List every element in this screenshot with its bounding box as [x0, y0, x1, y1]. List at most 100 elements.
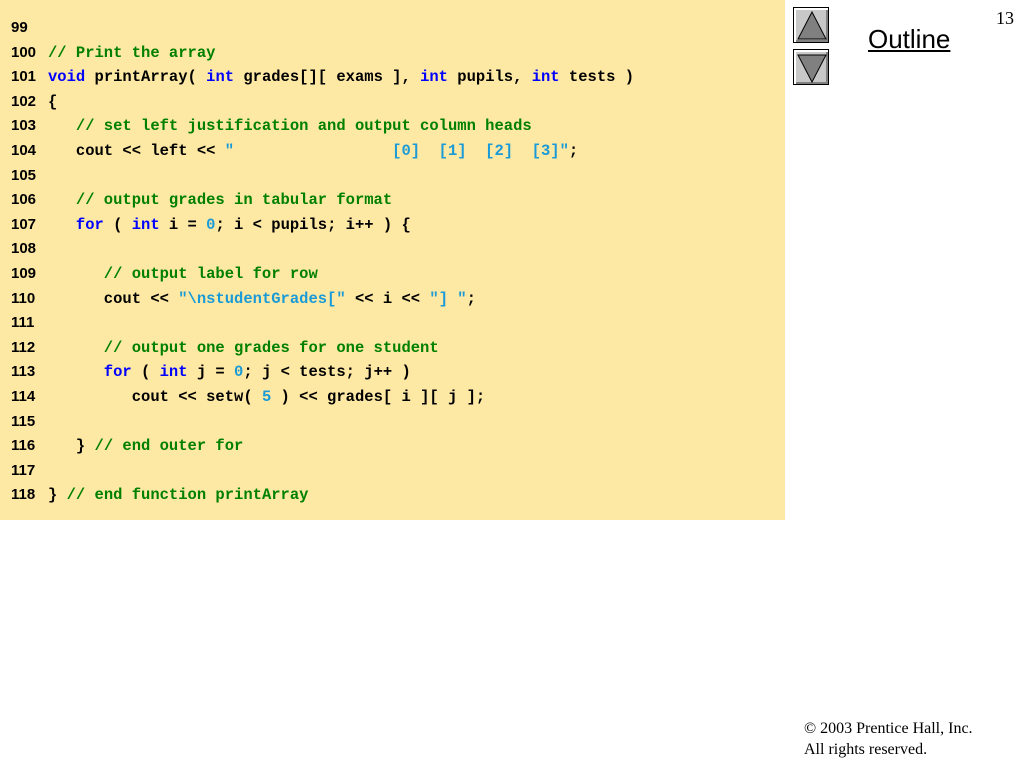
code-token: 5 — [261, 388, 272, 406]
code-token: printArray( — [85, 68, 207, 87]
code-token: } — [48, 437, 95, 456]
code-line: 110 cout << "\nstudentGrades[" << i << "… — [0, 287, 785, 312]
code-text: } // end outer for — [48, 434, 243, 459]
code-line: 112 // output one grades for one student — [0, 336, 785, 361]
code-token: int — [159, 363, 188, 382]
code-token: ) << grades[ i ][ j ]; — [271, 388, 486, 406]
next-slide-button[interactable] — [793, 49, 829, 85]
line-number: 104 — [11, 142, 37, 159]
code-text: // set left justification and output col… — [48, 114, 532, 139]
code-text: // output one grades for one student — [48, 336, 439, 361]
line-number: 105 — [11, 166, 37, 184]
code-token: ; — [568, 142, 579, 160]
code-text: // output grades in tabular format — [48, 188, 392, 213]
page-number: 13 — [996, 8, 1014, 28]
copyright-notice: © 2003 Prentice Hall, Inc. All rights re… — [804, 718, 973, 760]
code-text: cout << "\nstudentGrades[" << i << "] "; — [48, 287, 476, 312]
code-text: void printArray( int grades[][ exams ], … — [48, 65, 634, 90]
line-number: 118 — [11, 486, 36, 504]
code-line: 114 cout << setw( 5 ) << grades[ i ][ j … — [0, 385, 785, 410]
line-number: 101 — [11, 68, 37, 86]
code-line: 106 // output grades in tabular format — [0, 188, 785, 213]
code-token: "\nstudentGrades[" — [178, 289, 346, 308]
code-token: { — [48, 92, 58, 111]
code-token: ( — [131, 363, 160, 382]
previous-slide-button[interactable] — [793, 7, 829, 43]
line-number: 107 — [11, 215, 37, 233]
line-number: 99 — [11, 19, 28, 36]
code-token: } — [48, 486, 67, 505]
code-text: { — [48, 90, 57, 115]
line-number: 110 — [11, 289, 36, 307]
code-text: } // end function printArray — [48, 483, 308, 508]
code-token: tests ) — [559, 68, 635, 87]
code-token: ( — [103, 215, 132, 234]
triangle-down-icon — [797, 54, 827, 84]
code-token: int — [131, 215, 160, 234]
code-token: int — [206, 68, 235, 87]
code-token: // output label for row — [48, 265, 318, 283]
code-line: 115 — [0, 410, 785, 435]
code-listing-panel: 99 100 // Print the array 101 void printArra… — [0, 0, 785, 520]
line-number: 103 — [11, 117, 37, 135]
code-line: 109 // output label for row — [0, 262, 785, 287]
code-line: 108 — [0, 237, 785, 262]
line-number: 102 — [11, 92, 37, 110]
line-number: 116 — [11, 437, 36, 455]
line-number: 108 — [11, 240, 37, 258]
code-token: for — [48, 363, 132, 382]
code-line: 99 — [0, 16, 785, 41]
line-number: 100 — [11, 43, 37, 61]
code-line: 104 cout << left << " [0] [1] [2] [3]"; — [0, 139, 785, 164]
code-token: pupils, — [447, 68, 532, 87]
code-token: // output one grades for one student — [48, 338, 439, 357]
code-token: // end outer for — [94, 437, 244, 456]
code-line: 117 — [0, 459, 785, 484]
line-number: 109 — [11, 265, 37, 282]
code-token: ; i < pupils; i++ ) { — [215, 215, 411, 234]
code-token: << i << — [345, 289, 430, 308]
code-token: cout << setw( — [48, 388, 262, 406]
line-number: 115 — [11, 412, 36, 430]
code-text: // output label for row — [48, 262, 318, 287]
code-token: j = — [187, 363, 235, 382]
code-line: 101 void printArray( int grades[][ exams … — [0, 65, 785, 90]
rights-line: All rights reserved. — [804, 741, 928, 758]
line-number: 106 — [11, 191, 37, 209]
code-line: 100 // Print the array — [0, 41, 785, 66]
line-number: 111 — [11, 314, 35, 332]
code-line: 118} // end function printArray — [0, 483, 785, 508]
line-number: 112 — [11, 338, 36, 356]
code-line: 111 — [0, 311, 785, 336]
code-text: cout << setw( 5 ) << grades[ i ][ j ]; — [48, 385, 485, 410]
code-token: ; — [466, 289, 476, 308]
code-token: ; j < tests; j++ ) — [243, 363, 411, 382]
code-token: // Print the array — [48, 43, 216, 62]
code-token: // set left justification and output col… — [48, 117, 532, 136]
code-token: cout << — [48, 289, 179, 308]
code-token: int — [420, 68, 448, 87]
code-text: // Print the array — [48, 41, 215, 66]
code-line: 116 } // end outer for — [0, 434, 785, 459]
line-number: 113 — [11, 363, 36, 381]
code-token: // output grades in tabular format — [48, 191, 393, 210]
code-token: void — [48, 68, 86, 87]
line-number: 117 — [11, 461, 36, 479]
code-text: for ( int i = 0; i < pupils; i++ ) { — [48, 213, 411, 238]
code-token: // end function printArray — [66, 486, 309, 505]
line-number: 114 — [11, 388, 36, 405]
code-token: int — [531, 68, 560, 87]
triangle-up-icon — [797, 10, 827, 40]
code-line: 107 for ( int i = 0; i < pupils; i++ ) { — [0, 213, 785, 238]
code-line: 102 { — [0, 90, 785, 115]
code-line: 103 // set left justification and output… — [0, 114, 785, 139]
code-text: for ( int j = 0; j < tests; j++ ) — [48, 360, 411, 385]
code-line: 113 for ( int j = 0; j < tests; j++ ) — [0, 360, 785, 385]
code-token: grades[][ exams ], — [234, 68, 421, 87]
code-token: for — [48, 215, 104, 234]
code-text: cout << left << " [0] [1] [2] [3]"; — [48, 139, 578, 164]
code-token: i = — [159, 215, 207, 234]
outline-link[interactable]: Outline — [868, 24, 950, 55]
code-token: "] " — [429, 289, 467, 308]
code-token: cout << left << — [48, 142, 225, 160]
